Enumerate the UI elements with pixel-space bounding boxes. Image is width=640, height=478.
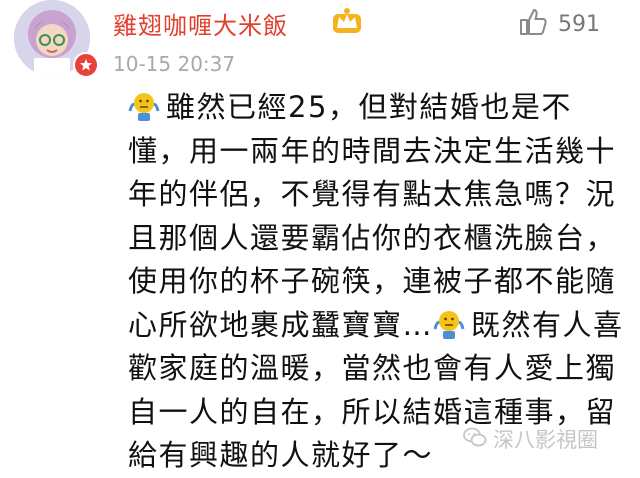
comment-segment-1: 雖然已經25，但對結婚也是不懂，用一兩年的時間去決定生活幾十年的伴侶，不覺得有點…	[128, 90, 617, 342]
username[interactable]: 雞翅咖喱大米飯	[113, 6, 288, 41]
like-count: 591	[558, 11, 600, 37]
comment-timestamp: 10-15 20:37	[113, 52, 236, 76]
watermark: 深八影視圈	[463, 424, 598, 454]
shrug-emoji-icon	[433, 308, 465, 339]
thumbs-up-icon	[518, 7, 548, 41]
wechat-icon	[463, 426, 493, 453]
verified-badge-icon	[73, 52, 99, 78]
watermark-text: 深八影視圈	[493, 428, 598, 452]
member-crown-icon	[332, 6, 362, 34]
shrug-emoji-icon	[128, 90, 160, 121]
like-button[interactable]: 591	[518, 4, 628, 44]
comment-text: 雖然已經25，但對結婚也是不懂，用一兩年的時間去決定生活幾十年的伴侶，不覺得有點…	[128, 86, 628, 478]
